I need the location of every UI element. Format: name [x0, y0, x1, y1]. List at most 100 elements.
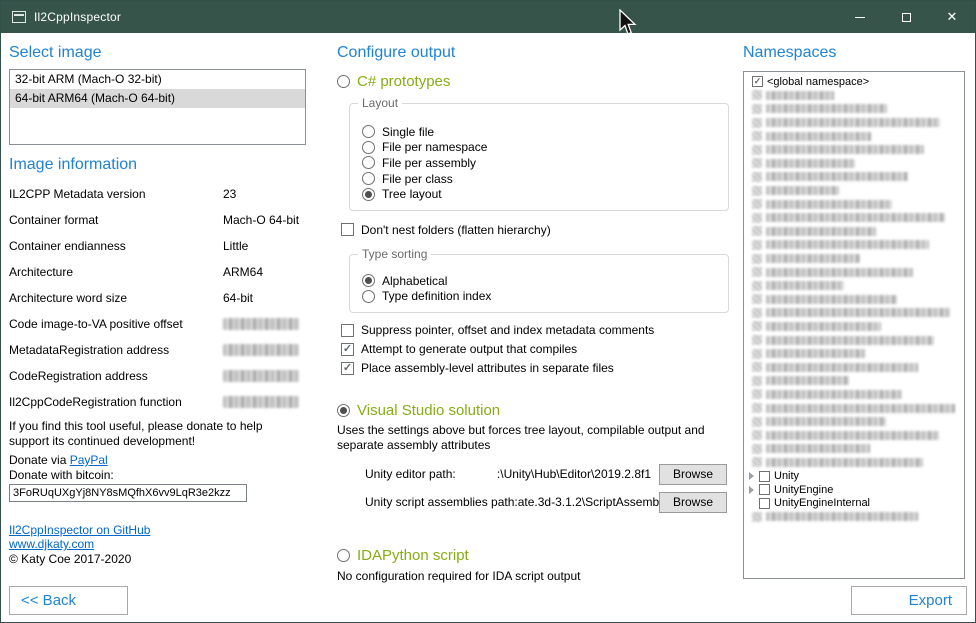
layout-file-per-class-radio[interactable]: File per class — [362, 171, 718, 187]
minimize-button[interactable] — [837, 1, 883, 33]
sorting-type-definition-index-radio[interactable]: Type definition index — [362, 289, 718, 305]
info-row-va-offset: Code image-to-VA positive offset — [9, 311, 306, 337]
image-option-32bit-arm[interactable]: 32-bit ARM (Mach-O 32-bit) — [10, 70, 305, 89]
namespace-item-redacted[interactable] — [744, 225, 964, 239]
namespaces-panel: Namespaces <global namespace> Unity Unit… — [743, 33, 969, 579]
csharp-prototypes-radio[interactable]: C# prototypes — [337, 73, 733, 90]
namespace-item-redacted[interactable] — [744, 116, 964, 130]
donate-paypal-line: Donate via PayPal — [9, 453, 306, 467]
copyright-text: © Katy Coe 2017-2020 — [9, 552, 306, 566]
suppress-metadata-comments-checkbox[interactable]: Suppress pointer, offset and index metad… — [341, 322, 733, 338]
paypal-prefix: Donate via — [9, 453, 70, 467]
expander-icon[interactable] — [749, 472, 754, 480]
paypal-link[interactable]: PayPal — [70, 453, 108, 467]
layout-single-file-radio[interactable]: Single file — [362, 124, 718, 140]
checkbox-icon — [752, 267, 762, 277]
redacted-label — [766, 186, 839, 195]
redacted-label — [766, 295, 897, 304]
namespace-item-redacted[interactable] — [744, 415, 964, 429]
namespace-item-redacted[interactable] — [744, 456, 964, 470]
browse-script-assemblies-button[interactable]: Browse — [659, 492, 727, 513]
redacted-label — [766, 404, 955, 413]
info-row-code-registration: CodeRegistration address — [9, 363, 306, 389]
namespace-item-unityengine[interactable]: UnityEngine — [744, 483, 964, 497]
minimize-icon — [855, 17, 865, 18]
layout-file-per-namespace-radio[interactable]: File per namespace — [362, 140, 718, 156]
idapython-script-radio[interactable]: IDAPython script — [337, 547, 733, 564]
namespace-item-redacted[interactable] — [744, 211, 964, 225]
image-listbox: 32-bit ARM (Mach-O 32-bit) 64-bit ARM64 … — [9, 69, 306, 145]
namespace-item-redacted[interactable] — [744, 347, 964, 361]
unity-script-assemblies-path-row: Unity script assemblies path: ate.3d-3.1… — [365, 491, 727, 513]
namespace-item-unity[interactable]: Unity — [744, 469, 964, 483]
redacted-value — [223, 318, 299, 330]
namespace-item-redacted[interactable] — [744, 102, 964, 116]
maximize-button[interactable] — [883, 1, 929, 33]
close-button[interactable]: ✕ — [929, 1, 975, 33]
configure-output-panel: Configure output C# prototypes Layout Si… — [337, 33, 733, 584]
namespace-item-redacted[interactable] — [744, 157, 964, 171]
assembly-attributes-separate-files-checkbox[interactable]: Place assembly-level attributes in separ… — [341, 360, 733, 376]
redacted-label — [766, 444, 870, 453]
namespace-item-redacted[interactable] — [744, 510, 964, 524]
namespace-items-redacted-group — [744, 510, 964, 524]
namespace-item-redacted[interactable] — [744, 129, 964, 143]
namespace-item-redacted[interactable] — [744, 184, 964, 198]
main-content: Select image 32-bit ARM (Mach-O 32-bit) … — [1, 33, 975, 622]
redacted-label — [766, 322, 881, 331]
expander-icon[interactable] — [749, 486, 754, 494]
namespaces-listbox: <global namespace> Unity UnityEngine Un — [743, 71, 965, 579]
github-link[interactable]: Il2CppInspector on GitHub — [9, 523, 306, 537]
website-link[interactable]: www.djkaty.com — [9, 537, 306, 551]
namespace-item-redacted[interactable] — [744, 265, 964, 279]
redacted-label — [766, 172, 908, 181]
flatten-hierarchy-checkbox[interactable]: Don't nest folders (flatten hierarchy) — [341, 222, 733, 238]
namespace-item-redacted[interactable] — [744, 279, 964, 293]
unity-editor-path-value: :\Unity\Hub\Editor\2019.2.8f1 — [456, 467, 659, 481]
namespace-item-redacted[interactable] — [744, 320, 964, 334]
checkbox-icon — [752, 145, 762, 155]
namespace-item-redacted[interactable] — [744, 360, 964, 374]
window-controls: ✕ — [837, 1, 975, 33]
namespace-item-redacted[interactable] — [744, 143, 964, 157]
checkbox-icon-checked — [752, 76, 763, 87]
layout-group-label: Layout — [358, 96, 402, 111]
maximize-icon — [902, 13, 911, 22]
redacted-label — [766, 363, 918, 372]
export-button[interactable]: Export — [851, 586, 967, 615]
radio-icon — [337, 549, 350, 562]
visual-studio-solution-radio[interactable]: Visual Studio solution — [337, 402, 733, 419]
namespace-item-redacted[interactable] — [744, 293, 964, 307]
bitcoin-address-input[interactable] — [9, 484, 247, 502]
namespace-item-redacted[interactable] — [744, 442, 964, 456]
radio-icon — [362, 141, 375, 154]
layout-tree-layout-radio[interactable]: Tree layout — [362, 186, 718, 202]
attempt-compilable-output-checkbox[interactable]: Attempt to generate output that compiles — [341, 341, 733, 357]
checkbox-icon — [752, 172, 762, 182]
namespace-item-redacted[interactable] — [744, 306, 964, 320]
layout-file-per-assembly-radio[interactable]: File per assembly — [362, 155, 718, 171]
checkbox-icon-checked — [341, 343, 354, 356]
namespace-item-redacted[interactable] — [744, 388, 964, 402]
sorting-alphabetical-radio[interactable]: Alphabetical — [362, 273, 718, 289]
namespace-item-redacted[interactable] — [744, 89, 964, 103]
namespace-item-unityengineinternal[interactable]: UnityEngineInternal — [744, 496, 964, 510]
namespace-item-redacted[interactable] — [744, 374, 964, 388]
namespace-item-redacted[interactable] — [744, 238, 964, 252]
redacted-label — [766, 390, 902, 399]
namespace-item-redacted[interactable] — [744, 401, 964, 415]
info-row-word-size: Architecture word size 64-bit — [9, 285, 306, 311]
namespace-item-redacted[interactable] — [744, 197, 964, 211]
back-button[interactable]: << Back — [9, 586, 128, 615]
checkbox-icon — [759, 484, 770, 495]
namespace-item-redacted[interactable] — [744, 252, 964, 266]
checkbox-icon — [752, 118, 762, 128]
image-option-64bit-arm64[interactable]: 64-bit ARM64 (Mach-O 64-bit) — [10, 89, 305, 108]
namespace-item-redacted[interactable] — [744, 428, 964, 442]
namespace-item-redacted[interactable] — [744, 170, 964, 184]
namespace-item-global[interactable]: <global namespace> — [744, 75, 964, 89]
checkbox-icon — [752, 294, 762, 304]
namespace-item-redacted[interactable] — [744, 333, 964, 347]
browse-editor-path-button[interactable]: Browse — [659, 464, 727, 485]
checkbox-icon — [752, 281, 762, 291]
